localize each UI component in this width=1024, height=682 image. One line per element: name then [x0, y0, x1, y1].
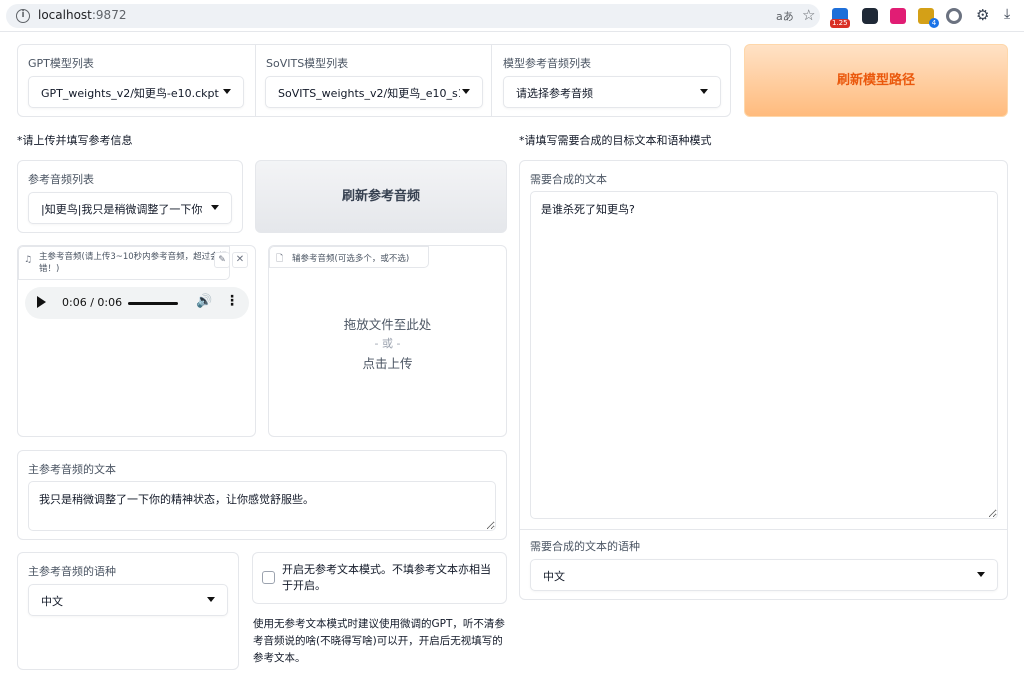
no-ref-mode-label[interactable]: 开启无参考文本模式。不填参考文本亦相当于开启。: [282, 562, 500, 594]
music-note-icon: ♫: [24, 255, 33, 265]
divider: [520, 529, 1007, 530]
audio-time: 0:06 / 0:06: [62, 296, 123, 309]
chevron-down-icon: [700, 89, 708, 94]
url-text[interactable]: localhost:9872: [38, 8, 126, 22]
refresh-ref-audio-button[interactable]: 刷新参考音频: [255, 160, 507, 233]
target-text-label: 需要合成的文本: [530, 173, 607, 186]
chevron-down-icon: [977, 572, 985, 577]
main-ref-lang-dropdown[interactable]: 中文: [28, 584, 228, 616]
target-lang-value: 中文: [543, 570, 565, 583]
drop-zone-or: - 或 -: [374, 337, 401, 350]
file-icon: 🗋: [276, 254, 284, 264]
main-ref-lang-value: 中文: [41, 595, 63, 608]
ref-audio-model-dropdown[interactable]: 请选择参考音频: [503, 76, 721, 108]
url-port: :9872: [91, 8, 127, 22]
ref-audio-model-label: 模型参考音频列表: [503, 57, 591, 70]
divider: [255, 45, 256, 116]
aux-ref-audio-label: 辅参考音频(可选多个，或不选): [292, 254, 410, 264]
chevron-down-icon: [207, 597, 215, 602]
no-ref-mode-checkbox[interactable]: [262, 571, 275, 584]
main-ref-audio-label: 主参考音频(请上传3~10秒内参考音频，超过会报错！): [39, 252, 228, 274]
audio-player[interactable]: 0:06 / 0:06 🔊 ⋮: [25, 287, 249, 319]
play-icon[interactable]: [37, 296, 46, 308]
refresh-model-paths-button[interactable]: 刷新模型路径: [744, 44, 1008, 117]
target-lang-dropdown[interactable]: 中文: [530, 559, 998, 591]
gpt-model-dropdown[interactable]: GPT_weights_v2/知更鸟-e10.ckpt: [28, 76, 244, 108]
gpt-model-label: GPT模型列表: [28, 57, 94, 70]
extension-icon-3[interactable]: [890, 8, 906, 24]
close-icon[interactable]: ✕: [232, 252, 248, 268]
site-info-icon[interactable]: i: [16, 9, 30, 23]
audio-progress-bar[interactable]: [128, 302, 178, 305]
ref-audio-list-value: |知更鸟|我只是稍微调整了一下你: [41, 203, 203, 216]
chevron-down-icon: [223, 89, 231, 94]
drop-zone-text: 拖放文件至此处: [343, 317, 432, 332]
aux-ref-audio-label-box: 🗋 辅参考音频(可选多个，或不选): [269, 246, 429, 268]
left-section-heading: *请上传并填写参考信息: [17, 134, 133, 147]
browser-toolbar: i localhost:9872 aあ ☆ 1.25 4 ⚙ ⤓: [0, 0, 1024, 32]
target-lang-label: 需要合成的文本的语种: [530, 540, 640, 553]
ref-audio-model-value: 请选择参考音频: [516, 87, 593, 100]
gpt-model-value: GPT_weights_v2/知更鸟-e10.ckpt: [41, 87, 219, 100]
sovits-model-label: SoVITS模型列表: [266, 57, 349, 70]
chevron-down-icon: [462, 89, 470, 94]
no-ref-mode-panel: 开启无参考文本模式。不填参考文本亦相当于开启。: [252, 552, 507, 604]
main-ref-audio-label-box: ♫ 主参考音频(请上传3~10秒内参考音频，超过会报错！): [18, 246, 230, 280]
extension-icon-5[interactable]: [946, 8, 962, 24]
volume-icon[interactable]: 🔊: [196, 294, 212, 309]
chevron-down-icon: [211, 205, 219, 210]
extension-badge-1: 1.25: [830, 19, 850, 28]
ref-audio-list-dropdown[interactable]: |知更鸟|我只是稍微调整了一下你: [28, 192, 232, 224]
bookmark-star-icon[interactable]: ☆: [802, 6, 815, 24]
main-ref-text-input[interactable]: 我只是稍微调整了一下你的精神状态，让你感觉舒服些。: [28, 481, 496, 531]
more-options-icon[interactable]: ⋮: [225, 293, 239, 309]
right-section-heading: *请填写需要合成的目标文本和语种模式: [519, 134, 712, 147]
sovits-model-dropdown[interactable]: SoVITS_weights_v2/知更鸟_e10_s17: [265, 76, 483, 108]
click-upload-text[interactable]: 点击上传: [269, 353, 506, 372]
main-ref-text-label: 主参考音频的文本: [28, 463, 116, 476]
aux-ref-audio-panel[interactable]: 🗋 辅参考音频(可选多个，或不选) 拖放文件至此处 - 或 - 点击上传: [268, 245, 507, 437]
divider: [491, 45, 492, 116]
ref-audio-list-label: 参考音频列表: [28, 173, 94, 186]
main-ref-lang-label: 主参考音频的语种: [28, 565, 116, 578]
download-icon[interactable]: ⤓: [1004, 6, 1010, 22]
address-bar[interactable]: i localhost:9872 aあ ☆: [6, 4, 820, 28]
url-host: localhost: [38, 8, 92, 22]
sovits-model-value: SoVITS_weights_v2/知更鸟_e10_s17: [278, 87, 460, 100]
edit-icon[interactable]: ✎: [214, 252, 230, 268]
no-ref-mode-hint: 使用无参考文本模式时建议使用微调的GPT，听不清参考音频说的啥(不晓得写啥)可以…: [253, 618, 505, 664]
translate-icon[interactable]: aあ: [776, 8, 794, 24]
target-text-input[interactable]: 是谁杀死了知更鸟?: [530, 191, 998, 519]
puzzle-extensions-icon[interactable]: ⚙: [976, 6, 989, 24]
extension-badge-2: 4: [929, 18, 939, 28]
main-ref-audio-panel: ♫ 主参考音频(请上传3~10秒内参考音频，超过会报错！) ✎ ✕ 0:06 /…: [17, 245, 256, 437]
extension-icon-2[interactable]: [862, 8, 878, 24]
